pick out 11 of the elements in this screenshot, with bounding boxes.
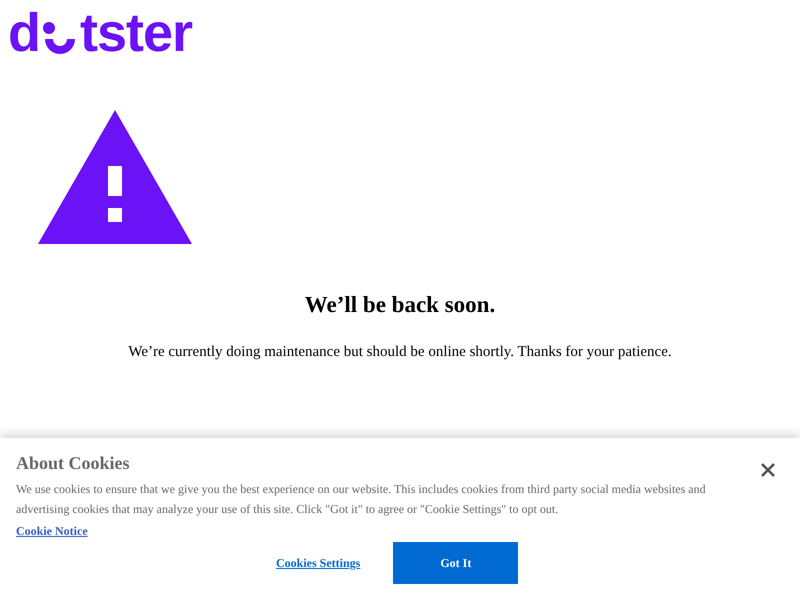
got-it-button[interactable]: Got It (393, 542, 518, 584)
close-icon (761, 463, 775, 477)
cookie-title: About Cookies (16, 452, 130, 475)
cookie-notice-link[interactable]: Cookie Notice (16, 524, 88, 538)
cookie-settings-link[interactable]: Cookies Settings (276, 554, 360, 572)
heading: We’ll be back soon. (304, 291, 496, 319)
message: We’re currently doing maintenance but should be online shortly. Thanks for your patience. (127, 342, 673, 362)
warning-icon (38, 110, 192, 244)
cookie-text: We use cookies to ensure that we give you the best experience on our website. This includes cookies from third party social media websites and advertising cookies that may analyze your use of this site. Click "Got it" to agree or "Cookie Settings" to opt out. (16, 481, 707, 518)
logo-text: tster (80, 6, 192, 60)
logo-text: d (8, 6, 40, 60)
